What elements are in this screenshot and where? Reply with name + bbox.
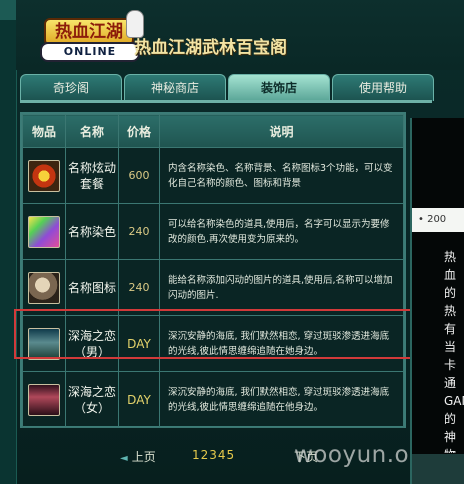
tab-bar: 奇珍阁 神秘商店 装饰店 使用帮助 (20, 74, 434, 104)
app-frame: 热血江湖 ONLINE 热血江湖武林百宝阁 奇珍阁 神秘商店 装饰店 使用帮助 … (0, 0, 464, 484)
tab-underline (20, 100, 432, 103)
logo-online-text: ONLINE (40, 42, 140, 62)
right-panel-bottom (412, 454, 464, 484)
table-row[interactable]: 名称染色 240 可以给名称染色的道具,使用后，名字可以显示为要修改的颜色.再次… (22, 203, 404, 260)
col-header-name: 名称 (65, 114, 119, 148)
page-title: 热血江湖武林百宝阁 (134, 38, 287, 58)
item-name: 名称染色 (65, 203, 119, 260)
page-numbers[interactable]: 12345 (192, 448, 235, 462)
item-description: 内含名称染色、名称背景、名称图标3个功能，可以变化自己名称的颜色、图标和背景 (159, 147, 404, 204)
item-price: DAY (118, 371, 160, 428)
item-description: 能给名称添加闪动的图片的道具,使用后,名称可以增加闪动的图片. (159, 259, 404, 316)
item-table: 物品 名称 价格 说明 名称炫动套餐 600 内含名称染色、名称背景、名称图标3… (20, 112, 406, 428)
name-dye-icon[interactable] (28, 215, 60, 248)
name-effect-combo-icon[interactable] (28, 159, 60, 192)
tab-mystery-shop[interactable]: 神秘商店 (124, 74, 226, 101)
col-header-price: 价格 (118, 114, 160, 148)
table-row[interactable]: 名称图标 240 能给名称添加闪动的图片的道具,使用后,名称可以增加闪动的图片. (22, 259, 404, 316)
item-price: 240 (118, 259, 160, 316)
name-image-icon[interactable] (28, 271, 60, 304)
tab-treasure-pavilion[interactable]: 奇珍阁 (20, 74, 122, 101)
table-row[interactable]: 名称炫动套餐 600 内含名称染色、名称背景、名称图标3个功能，可以变化自己名称… (22, 147, 404, 204)
item-description: 深沉安静的海底, 我们默然相恋, 穿过斑驳渗透进海底的光线,彼此情思缠绵追随在他… (159, 371, 404, 428)
game-logo[interactable]: 热血江湖 ONLINE (40, 10, 144, 62)
right-panel-strip: • 200 (412, 208, 464, 232)
right-panel-text: 热血的热有当卡通GAM的神物品 (444, 250, 464, 453)
item-name: 深海之恋（女） (65, 371, 119, 428)
col-header-desc: 说明 (159, 114, 404, 148)
item-name: 名称图标 (65, 259, 119, 316)
item-name: 名称炫动套餐 (65, 147, 119, 204)
col-header-item: 物品 (22, 114, 66, 148)
highlight-annotation-box (14, 309, 440, 359)
rabbit-icon (126, 10, 144, 38)
left-arrow-icon: ◄ (120, 453, 128, 464)
item-description: 可以给名称染色的道具,使用后，名字可以显示为要修改的颜色.再次使用变为原来的。 (159, 203, 404, 260)
item-price: 240 (118, 203, 160, 260)
tab-help[interactable]: 使用帮助 (332, 74, 434, 101)
left-strip-cap (0, 0, 16, 20)
left-strip (0, 0, 17, 484)
prev-page-link[interactable]: ◄ 上页 (120, 448, 156, 465)
tab-decoration-shop[interactable]: 装饰店 (228, 74, 330, 101)
deep-sea-love-female-icon[interactable] (28, 383, 60, 416)
table-row[interactable]: 深海之恋（女） DAY 深沉安静的海底, 我们默然相恋, 穿过斑驳渗透进海底的光… (22, 371, 404, 428)
right-side-panel: • 200 热血的热有当卡通GAM的神物品 (410, 118, 464, 484)
item-price: 600 (118, 147, 160, 204)
